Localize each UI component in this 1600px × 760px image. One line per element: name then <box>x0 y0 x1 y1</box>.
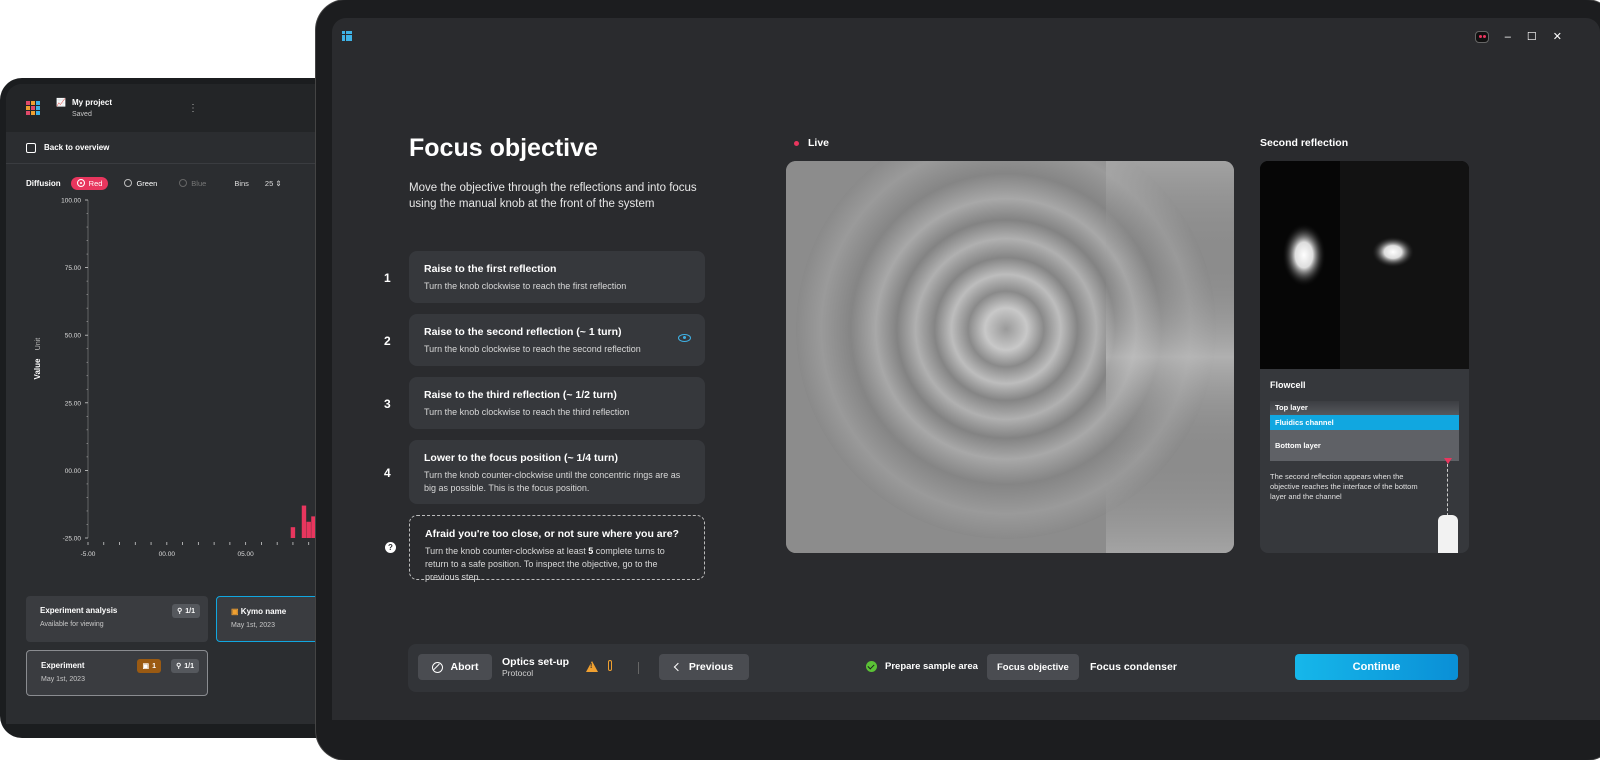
radio-icon <box>124 179 133 187</box>
continue-button[interactable]: Continue <box>1295 654 1458 680</box>
chevron-left-icon <box>673 662 683 672</box>
previous-button[interactable]: Previous <box>659 654 749 680</box>
x-tick-label: 00.00 <box>159 551 176 558</box>
y-tick-label: 75.00 <box>65 265 82 272</box>
live-label: Live <box>794 137 829 149</box>
y-tick-label: 25.00 <box>65 400 82 407</box>
live-indicator-icon <box>794 140 799 146</box>
flowcell-diagram: Top layer Fluidics channel Bottom layer <box>1270 401 1459 463</box>
diffusion-filter: Diffusion Red Green Blue Bins 25 ⇕ <box>6 170 360 196</box>
maximize-icon[interactable]: ☐ <box>1527 30 1537 43</box>
close-icon[interactable]: ✕ <box>1553 30 1562 43</box>
fluidics-channel: Fluidics channel <box>1270 415 1459 430</box>
viewer-count-badge: ⚲ 1/1 <box>172 604 200 618</box>
viewer-count-badge: ⚲ 1/1 <box>171 659 199 673</box>
step-4-card[interactable]: Lower to the focus position (~ 1/4 turn)… <box>409 440 705 504</box>
focus-path-line <box>1447 459 1448 521</box>
exit-icon <box>26 142 36 153</box>
flowcell-title: Flowcell <box>1270 380 1306 390</box>
card-experiment-analysis[interactable]: Experiment analysis Available for viewin… <box>26 596 208 642</box>
step-focus-condenser[interactable]: Focus condenser <box>1090 661 1177 673</box>
radio-green[interactable]: Green <box>118 177 163 190</box>
project-info[interactable]: 📈 My project Saved <box>56 98 112 118</box>
divider <box>638 662 639 674</box>
flowcell-note: The second reflection appears when the o… <box>1270 472 1418 501</box>
reflection-image <box>1260 161 1469 369</box>
histogram-chart: Value Unit 100.00 75.00 50.00 25.00 00.00 -25… <box>33 198 356 558</box>
step-focus-objective[interactable]: Focus objective <box>987 654 1079 680</box>
step-number: 1 <box>384 271 391 285</box>
radio-icon <box>179 179 188 187</box>
warning-count-badge: ▣ 1 <box>137 659 161 673</box>
step-number: 3 <box>384 397 391 411</box>
reflection-panel: Flowcell Top layer Fluidics channel Bott… <box>1260 161 1469 553</box>
window-controls: – ☐ ✕ <box>1474 30 1562 43</box>
kymo-icon: ▣ <box>231 607 239 616</box>
user-avatar-icon[interactable] <box>1474 30 1489 43</box>
step-prepare-sample-area[interactable]: Prepare sample area <box>866 661 978 672</box>
histogram-bar <box>290 527 296 538</box>
histogram-bar <box>301 505 307 538</box>
y-tick-label: 100.00 <box>61 198 81 205</box>
y-tick-label: 50.00 <box>65 333 82 340</box>
app-logo-icon <box>26 101 40 115</box>
x-tick-label: 05.00 <box>238 551 255 558</box>
minimize-icon[interactable]: – <box>1505 31 1511 43</box>
step-1-card[interactable]: Raise to the first reflection Turn the k… <box>409 251 705 303</box>
help-icon: ? <box>385 542 396 553</box>
back-to-overview-link[interactable]: Back to overview <box>6 132 360 164</box>
main-screen: – ☐ ✕ Focus objective Move the objective… <box>332 18 1600 720</box>
bottom-toolbar: Abort Optics set-up Protocol Previous Pr… <box>408 644 1469 692</box>
second-reflection-label: Second reflection <box>1260 137 1349 149</box>
step-number: 2 <box>384 334 391 348</box>
card-experiment[interactable]: Experiment May 1st, 2023 ▣ 1 ⚲ 1/1 <box>26 650 208 696</box>
filter-label: Diffusion <box>26 178 61 188</box>
histogram-bar <box>311 516 316 538</box>
y-tick-label: -25.00 <box>63 536 82 543</box>
y-axis-unit: Unit <box>35 338 42 351</box>
experiment-cards: Experiment analysis Available for viewin… <box>26 596 360 724</box>
step-number: 4 <box>384 466 391 480</box>
bottom-layer: Bottom layer <box>1270 430 1459 461</box>
radio-icon <box>76 179 85 187</box>
app-menu-icon[interactable] <box>342 31 352 41</box>
y-tick-label: 00.00 <box>65 468 82 475</box>
radio-blue[interactable]: Blue <box>173 177 212 190</box>
project-title: My project <box>71 98 112 107</box>
y-axis-label: Value <box>33 358 42 379</box>
abort-icon <box>431 661 443 673</box>
tablet-topbar: 📈 My project Saved ⋮ <box>6 84 360 132</box>
background-tablet: 📈 My project Saved ⋮ Back to overview Di… <box>0 78 360 738</box>
eye-icon[interactable] <box>678 334 691 342</box>
abort-button[interactable]: Abort <box>418 654 492 680</box>
binoculars-icon: ⚲ <box>177 608 183 615</box>
back-label: Back to overview <box>44 143 110 152</box>
check-icon <box>866 661 877 672</box>
chart-icon: 📈 <box>56 98 66 107</box>
more-options-icon[interactable]: ⋮ <box>188 103 198 114</box>
radio-red[interactable]: Red <box>70 176 109 190</box>
binoculars-icon: ⚲ <box>176 663 182 670</box>
project-status: Saved <box>72 111 92 118</box>
step-2-card[interactable]: Raise to the second reflection (~ 1 turn… <box>409 314 705 366</box>
live-camera-feed <box>786 161 1234 553</box>
thermometer-icon[interactable] <box>608 660 612 671</box>
protocol-info: Optics set-up Protocol <box>502 656 570 678</box>
tablet-screen: 📈 My project Saved ⋮ Back to overview Di… <box>6 84 360 724</box>
step-3-card[interactable]: Raise to the third reflection (~ 1/2 tur… <box>409 377 705 429</box>
bins-label: Bins <box>234 178 249 188</box>
kymo-icon: ▣ <box>142 663 150 670</box>
warning-icon[interactable] <box>586 661 598 672</box>
page-title: Focus objective <box>409 134 598 162</box>
x-tick-label: -5.00 <box>81 551 96 558</box>
page-description: Move the objective through the reflectio… <box>409 182 697 210</box>
histogram-bar <box>306 521 311 538</box>
top-layer: Top layer <box>1270 401 1459 415</box>
focus-marker-icon <box>1444 458 1452 464</box>
objective-icon <box>1438 515 1458 553</box>
help-card: Afraid you're too close, or not sure whe… <box>409 515 705 582</box>
bins-stepper[interactable]: 25 ⇕ <box>265 179 282 188</box>
